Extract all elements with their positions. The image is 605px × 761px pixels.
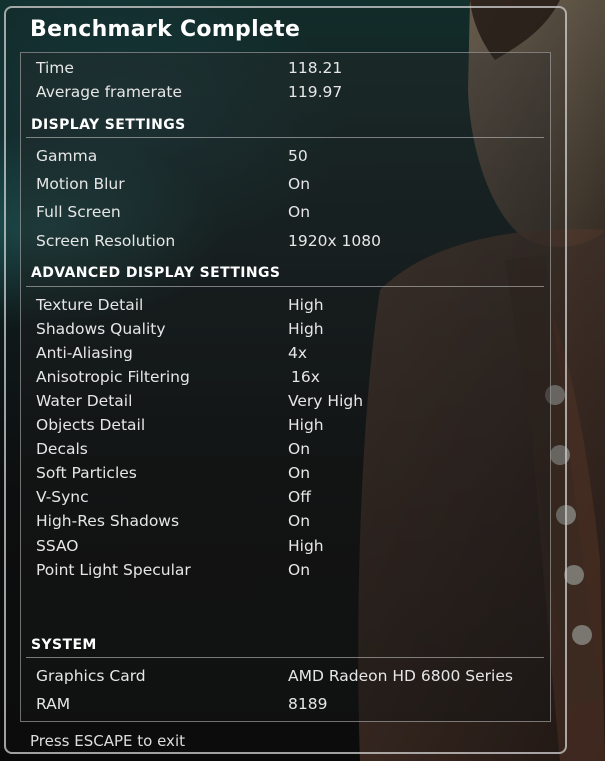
result-label-average-framerate: Average framerate	[36, 83, 183, 101]
setting-value-anti-aliasing: 4x	[288, 344, 308, 362]
window-title: Benchmark Complete	[30, 17, 301, 42]
setting-value-anisotropic-filtering: 16x	[291, 368, 320, 386]
escape-hint: Press ESCAPE to exit	[30, 732, 185, 750]
setting-label-gamma: Gamma	[36, 147, 98, 165]
system-value-ram: 8189	[288, 695, 328, 713]
system-label-ram: RAM	[36, 695, 71, 713]
setting-value-v-sync: Off	[288, 488, 311, 506]
result-value-time: 118.21	[288, 59, 343, 77]
setting-value-motion-blur: On	[288, 175, 311, 193]
section-divider	[26, 657, 544, 658]
setting-label-soft-particles: Soft Particles	[36, 464, 137, 482]
result-value-average-framerate: 119.97	[288, 83, 343, 101]
setting-value-texture-detail: High	[288, 296, 324, 314]
setting-value-high-res-shadows: On	[288, 512, 311, 530]
setting-label-objects-detail: Objects Detail	[36, 416, 146, 434]
system-value-graphics-card: AMD Radeon HD 6800 Series	[288, 667, 513, 685]
setting-label-full-screen: Full Screen	[36, 203, 121, 221]
setting-label-water-detail: Water Detail	[36, 392, 133, 410]
setting-value-point-light-specular: On	[288, 561, 311, 579]
results-panel	[20, 52, 551, 722]
setting-value-ssao: High	[288, 537, 324, 555]
section-divider	[26, 137, 544, 138]
setting-label-motion-blur: Motion Blur	[36, 175, 125, 193]
setting-label-shadows-quality: Shadows Quality	[36, 320, 166, 338]
setting-label-texture-detail: Texture Detail	[36, 296, 144, 314]
setting-value-soft-particles: On	[288, 464, 311, 482]
section-divider	[26, 286, 544, 287]
setting-value-shadows-quality: High	[288, 320, 324, 338]
setting-label-point-light-specular: Point Light Specular	[36, 561, 191, 579]
section-heading-advanced-display-settings: ADVANCED DISPLAY SETTINGS	[31, 265, 281, 281]
section-heading-system: SYSTEM	[31, 637, 97, 653]
setting-label-decals: Decals	[36, 440, 88, 458]
setting-label-high-res-shadows: High-Res Shadows	[36, 512, 180, 530]
setting-value-water-detail: Very High	[288, 392, 364, 410]
setting-label-ssao: SSAO	[36, 537, 79, 555]
setting-value-screen-resolution: 1920x 1080	[288, 232, 381, 250]
section-heading-display-settings: DISPLAY SETTINGS	[31, 117, 186, 133]
setting-label-v-sync: V-Sync	[36, 488, 89, 506]
system-label-graphics-card: Graphics Card	[36, 667, 146, 685]
setting-label-anisotropic-filtering: Anisotropic Filtering	[36, 368, 190, 386]
setting-value-decals: On	[288, 440, 311, 458]
setting-value-objects-detail: High	[288, 416, 324, 434]
result-label-time: Time	[36, 59, 74, 77]
setting-label-anti-aliasing: Anti-Aliasing	[36, 344, 133, 362]
setting-value-gamma: 50	[288, 147, 308, 165]
setting-value-full-screen: On	[288, 203, 311, 221]
setting-label-screen-resolution: Screen Resolution	[36, 232, 176, 250]
